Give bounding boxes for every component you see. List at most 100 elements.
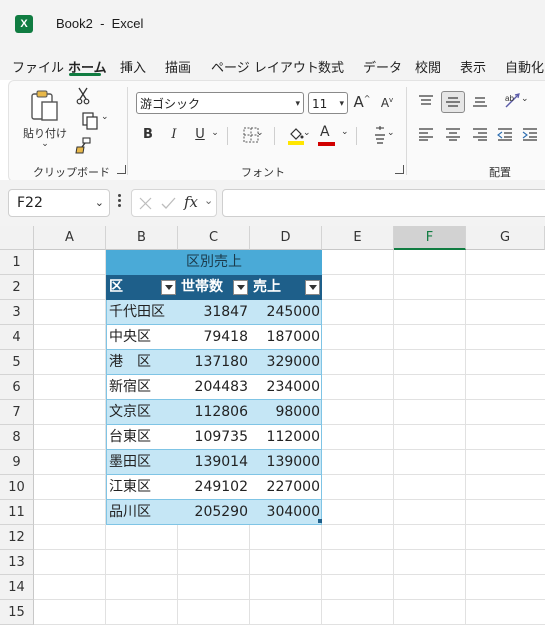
- row-header-3[interactable]: 3: [0, 300, 34, 325]
- align-right-button[interactable]: [471, 127, 489, 143]
- row-header-4[interactable]: 4: [0, 325, 34, 350]
- grow-font-button[interactable]: A^: [353, 93, 371, 111]
- tab-file[interactable]: ファイル: [12, 57, 64, 76]
- table-cell[interactable]: 中央区: [106, 325, 178, 350]
- column-header-e[interactable]: E: [322, 226, 394, 250]
- insert-function-icon[interactable]: fx: [184, 193, 198, 211]
- filter-dropdown-icon[interactable]: [233, 280, 248, 295]
- tab-insert[interactable]: 挿入: [120, 57, 146, 76]
- align-bottom-button[interactable]: [471, 94, 489, 110]
- align-top-button[interactable]: [417, 94, 435, 110]
- row-header-12[interactable]: 12: [0, 525, 34, 550]
- row-header-5[interactable]: 5: [0, 350, 34, 375]
- row-header-7[interactable]: 7: [0, 400, 34, 425]
- worksheet-grid[interactable]: A B C D E F G 1 2 3 4 5 6 7 8 9 10 11 12…: [0, 226, 545, 625]
- decrease-indent-button[interactable]: [496, 127, 514, 143]
- cancel-icon[interactable]: [139, 197, 152, 210]
- row-header-1[interactable]: 1: [0, 250, 34, 275]
- row-header-11[interactable]: 11: [0, 500, 34, 525]
- table-cell[interactable]: 329000: [250, 350, 322, 375]
- phonetic-button[interactable]: ⌄: [363, 125, 397, 147]
- cut-button[interactable]: [75, 87, 91, 107]
- tab-data[interactable]: データ: [363, 57, 402, 76]
- table-cell[interactable]: 112806: [178, 400, 250, 425]
- fill-color-button[interactable]: ⌄: [279, 125, 313, 147]
- table-cell[interactable]: 227000: [250, 475, 322, 500]
- table-cell[interactable]: 品川区: [106, 500, 178, 525]
- table-cell[interactable]: 112000: [250, 425, 322, 450]
- underline-button[interactable]: U: [193, 127, 207, 142]
- align-center-button[interactable]: [444, 127, 462, 143]
- row-header-10[interactable]: 10: [0, 475, 34, 500]
- shrink-font-button[interactable]: Av: [379, 96, 395, 110]
- row-header-9[interactable]: 9: [0, 450, 34, 475]
- tab-view[interactable]: 表示: [460, 57, 486, 76]
- paste-button[interactable]: 貼り付け ⌄: [21, 89, 69, 149]
- enter-check-icon[interactable]: [161, 197, 176, 210]
- row-header-2[interactable]: 2: [0, 275, 34, 300]
- filter-dropdown-icon[interactable]: [305, 280, 320, 295]
- row-header-6[interactable]: 6: [0, 375, 34, 400]
- format-painter-button[interactable]: [74, 137, 92, 155]
- table-cell[interactable]: 98000: [250, 400, 322, 425]
- table-resize-handle[interactable]: [318, 519, 322, 523]
- font-launcher-icon[interactable]: [395, 165, 404, 174]
- row-header-8[interactable]: 8: [0, 425, 34, 450]
- tab-draw[interactable]: 描画: [165, 57, 191, 76]
- table-cell[interactable]: 204483: [178, 375, 250, 400]
- table-cell[interactable]: 港 区: [106, 350, 178, 375]
- table-cell[interactable]: 千代田区: [106, 300, 178, 325]
- table-cell[interactable]: 109735: [178, 425, 250, 450]
- table-cell[interactable]: 江東区: [106, 475, 178, 500]
- table-cell[interactable]: 137180: [178, 350, 250, 375]
- column-header-b[interactable]: B: [106, 226, 178, 250]
- tab-automate[interactable]: 自動化: [505, 57, 544, 76]
- align-left-button[interactable]: [417, 127, 435, 143]
- formula-input[interactable]: [222, 189, 545, 217]
- font-color-button[interactable]: A ⌄: [317, 124, 351, 146]
- table-cell[interactable]: 139000: [250, 450, 322, 475]
- filter-dropdown-icon[interactable]: [161, 280, 176, 295]
- column-header-c[interactable]: C: [178, 226, 250, 250]
- orientation-button[interactable]: ab ⌄: [497, 92, 529, 112]
- table-cell[interactable]: 234000: [250, 375, 322, 400]
- table-cell[interactable]: 新宿区: [106, 375, 178, 400]
- select-all-corner[interactable]: [0, 226, 34, 250]
- underline-dropdown-icon[interactable]: ⌄: [210, 128, 220, 138]
- copy-button[interactable]: ⌄: [73, 112, 111, 130]
- table-cell[interactable]: 139014: [178, 450, 250, 475]
- table-cell[interactable]: 台東区: [106, 425, 178, 450]
- name-box[interactable]: F22 ⌄: [8, 189, 110, 217]
- table-header-ward[interactable]: 区: [106, 275, 178, 300]
- column-header-g[interactable]: G: [466, 226, 545, 250]
- borders-button[interactable]: ⌄: [234, 127, 268, 145]
- table-cell[interactable]: 79418: [178, 325, 250, 350]
- column-header-d[interactable]: D: [250, 226, 322, 250]
- bold-button[interactable]: B: [141, 127, 155, 142]
- table-cell[interactable]: 文京区: [106, 400, 178, 425]
- table-cell[interactable]: 304000: [250, 500, 322, 525]
- tab-review[interactable]: 校閲: [415, 57, 441, 76]
- tab-page-layout[interactable]: ページ レイアウト: [211, 57, 319, 76]
- clipboard-launcher-icon[interactable]: [117, 165, 126, 174]
- table-header-households[interactable]: 世帯数: [178, 275, 250, 300]
- font-size-select[interactable]: 11 ▾: [308, 92, 348, 114]
- row-header-14[interactable]: 14: [0, 575, 34, 600]
- table-cell[interactable]: 249102: [178, 475, 250, 500]
- italic-button[interactable]: I: [167, 127, 181, 142]
- table-cell[interactable]: 205290: [178, 500, 250, 525]
- table-title-cell[interactable]: 区別売上: [106, 250, 322, 275]
- align-middle-button[interactable]: [441, 91, 465, 113]
- row-header-13[interactable]: 13: [0, 550, 34, 575]
- table-cell[interactable]: 187000: [250, 325, 322, 350]
- row-header-15[interactable]: 15: [0, 600, 34, 625]
- table-cell[interactable]: 墨田区: [106, 450, 178, 475]
- increase-indent-button[interactable]: [521, 127, 539, 143]
- table-cell[interactable]: 245000: [250, 300, 322, 325]
- tab-formulas[interactable]: 数式: [318, 57, 344, 76]
- column-header-a[interactable]: A: [34, 226, 106, 250]
- font-name-select[interactable]: 游ゴシック ▾: [136, 92, 304, 114]
- more-options-icon[interactable]: [118, 194, 121, 210]
- table-cell[interactable]: 31847: [178, 300, 250, 325]
- column-header-f[interactable]: F: [394, 226, 466, 250]
